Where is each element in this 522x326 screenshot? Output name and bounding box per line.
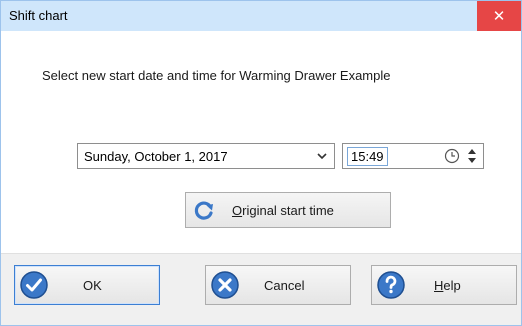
prompt-text: Select new start date and time for Warmi… bbox=[42, 68, 391, 83]
button-bar: OK Cancel Help bbox=[1, 253, 521, 325]
original-start-time-label: Original start time bbox=[232, 203, 334, 218]
clock-icon[interactable] bbox=[444, 148, 460, 164]
close-button[interactable]: ✕ bbox=[477, 1, 521, 31]
checkmark-icon bbox=[20, 271, 48, 299]
original-start-time-button[interactable]: Original start time bbox=[185, 192, 391, 228]
help-icon bbox=[377, 271, 405, 299]
help-label: Help bbox=[434, 278, 461, 293]
start-date-value: Sunday, October 1, 2017 bbox=[84, 149, 228, 164]
chevron-down-icon[interactable] bbox=[316, 150, 328, 162]
shift-chart-dialog: Shift chart ✕ Select new start date and … bbox=[0, 0, 522, 326]
ok-label: OK bbox=[83, 278, 102, 293]
dialog-content: Select new start date and time for Warmi… bbox=[1, 31, 521, 253]
window-title: Shift chart bbox=[9, 8, 68, 23]
cancel-label: Cancel bbox=[264, 278, 305, 293]
help-button[interactable]: Help bbox=[371, 265, 517, 305]
ok-button[interactable]: OK bbox=[14, 265, 160, 305]
start-time-picker[interactable]: 15:49 bbox=[342, 143, 484, 169]
cancel-button[interactable]: Cancel bbox=[205, 265, 351, 305]
start-date-select[interactable]: Sunday, October 1, 2017 bbox=[77, 143, 335, 169]
spin-up-down-icon[interactable] bbox=[467, 147, 477, 165]
start-time-value[interactable]: 15:49 bbox=[347, 147, 388, 166]
refresh-icon bbox=[194, 201, 213, 220]
title-bar: Shift chart ✕ bbox=[1, 1, 521, 31]
close-icon: ✕ bbox=[492, 8, 506, 25]
cancel-icon bbox=[211, 271, 239, 299]
